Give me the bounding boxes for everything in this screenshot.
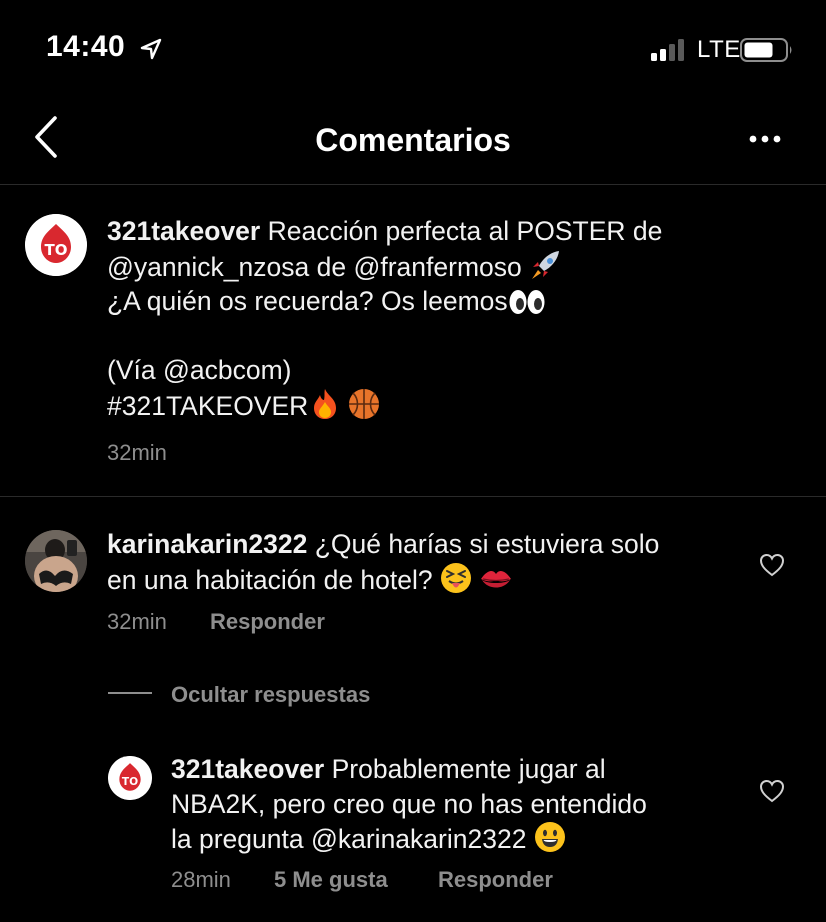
replies-toggle-line [108, 692, 152, 694]
location-arrow-icon [140, 38, 162, 60]
reply-line3: la pregunta @karinakarin2322 [171, 824, 527, 854]
header-divider [0, 184, 826, 185]
caption-line3: ¿A quién os recuerda? Os leemos [107, 286, 508, 316]
mention-franfermoso[interactable]: @franfermoso [353, 252, 521, 282]
caption-username[interactable]: 321takeover [107, 216, 260, 246]
avatar-321takeover-reply[interactable]: TO [108, 756, 152, 800]
caption-line4: (Vía @acbcom) [107, 355, 292, 385]
eyes-emoji-icon [509, 290, 545, 314]
comment-reply-button[interactable]: Responder [210, 609, 325, 635]
caption-text: 321takeover Reacción perfecta al POSTER … [107, 214, 787, 423]
hashtag-321takeover[interactable]: #321TAKEOVER [107, 391, 308, 421]
more-options-icon[interactable] [748, 132, 782, 146]
kiss-mark-emoji-icon [481, 570, 512, 587]
caption-line1: Reacción perfecta al POSTER de [267, 216, 663, 246]
smile-emoji-icon [534, 822, 565, 852]
hide-replies-button[interactable]: Ocultar respuestas [171, 682, 370, 708]
comment-username[interactable]: karinakarin2322 [107, 529, 307, 559]
caption-divider [0, 496, 826, 497]
321takeover-logo-icon: TO [25, 214, 87, 276]
svg-text:TO: TO [45, 241, 68, 259]
caption-connector: de [316, 251, 347, 282]
321takeover-logo-icon: TO [108, 756, 152, 800]
battery-icon [740, 38, 792, 62]
fire-emoji-icon [314, 388, 337, 419]
tongue-wink-emoji-icon [441, 562, 472, 593]
signal-icon [651, 39, 684, 61]
profile-photo [25, 530, 87, 592]
reply-line2: NBA2K, pero creo que no has entendido [171, 788, 647, 819]
rocket-emoji-icon [532, 250, 560, 279]
reply-username[interactable]: 321takeover [171, 754, 324, 784]
basketball-emoji-icon [349, 388, 380, 419]
comment-line1: ¿Qué harías si estuviera solo [314, 529, 660, 559]
mention-yannick[interactable]: @yannick_nzosa [107, 252, 309, 282]
avatar-321takeover[interactable]: TO [25, 214, 87, 276]
network-type: LTE [697, 36, 741, 63]
heart-icon[interactable] [759, 779, 785, 803]
status-time: 14:40 [46, 30, 126, 63]
heart-icon[interactable] [759, 553, 785, 577]
reply-text: 321takeover Probablemente jugar al NBA2K… [171, 752, 741, 857]
page-title: Comentarios [315, 122, 511, 158]
comment-text: karinakarin2322 ¿Qué harías si estuviera… [107, 527, 727, 597]
avatar-karinakarin2322[interactable] [25, 530, 87, 592]
svg-text:TO: TO [122, 775, 138, 788]
comment-line2: en una habitación de hotel? [107, 564, 433, 595]
comment-time: 32min [107, 609, 167, 634]
reply-time: 28min [171, 867, 231, 892]
caption-time: 32min [107, 440, 167, 465]
reply-reply-button[interactable]: Responder [438, 867, 553, 893]
reply-likes-button[interactable]: 5 Me gusta [274, 867, 388, 893]
reply-line1: Probablemente jugar al [331, 754, 606, 784]
